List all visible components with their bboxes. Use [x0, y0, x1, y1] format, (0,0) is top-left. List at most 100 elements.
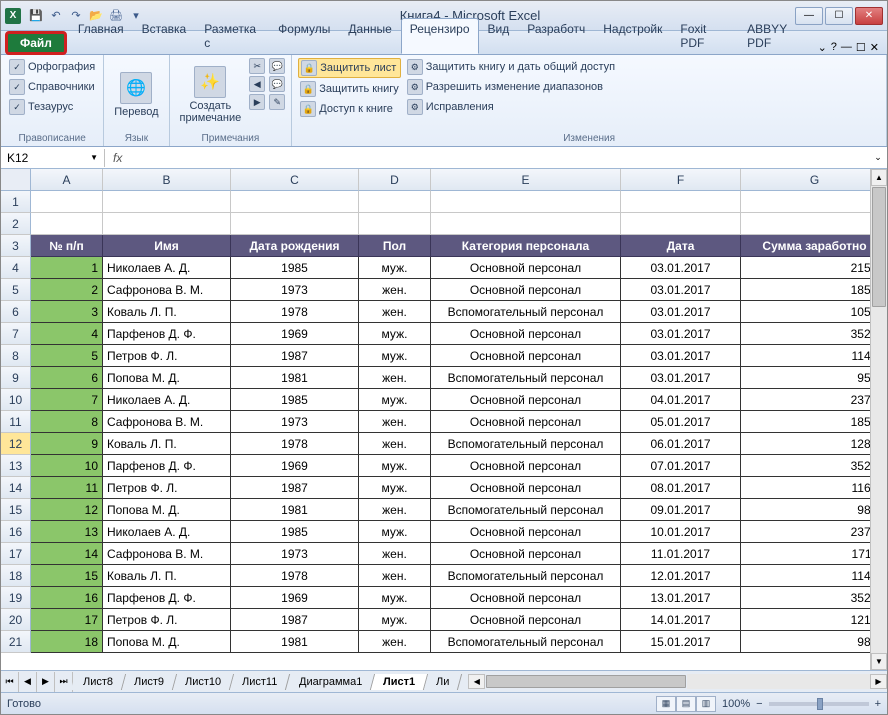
- maximize-button[interactable]: ☐: [825, 7, 853, 25]
- zoom-level[interactable]: 100%: [722, 698, 750, 710]
- cell-dob[interactable]: 1987: [231, 609, 359, 631]
- cell-id[interactable]: 6: [31, 367, 103, 389]
- cell-name[interactable]: Парфенов Д. Ф.: [103, 323, 231, 345]
- column-header[interactable]: G: [741, 169, 887, 191]
- hscroll-thumb[interactable]: [486, 675, 686, 688]
- ribbon-minimize-icon[interactable]: ⌄: [818, 41, 827, 54]
- save-icon[interactable]: 💾: [27, 7, 45, 25]
- cell-category[interactable]: Основной персонал: [431, 521, 621, 543]
- cell-name[interactable]: Попова М. Д.: [103, 367, 231, 389]
- ribbon-tab[interactable]: Вставка: [133, 18, 196, 54]
- cell-dob[interactable]: 1973: [231, 279, 359, 301]
- sheet-tab[interactable]: Лист9: [122, 674, 177, 690]
- cell[interactable]: [103, 213, 231, 235]
- horizontal-scrollbar[interactable]: ◀ ▶: [468, 674, 887, 689]
- page-layout-button[interactable]: ▤: [676, 696, 696, 712]
- cell-name[interactable]: Николаев А. Д.: [103, 521, 231, 543]
- cell[interactable]: [31, 191, 103, 213]
- cell-sum[interactable]: 35254: [741, 455, 887, 477]
- cell-category[interactable]: Основной персонал: [431, 587, 621, 609]
- cell-id[interactable]: 2: [31, 279, 103, 301]
- cell-sex[interactable]: муж.: [359, 455, 431, 477]
- cell-dob[interactable]: 1978: [231, 565, 359, 587]
- table-header[interactable]: Дата рождения: [231, 235, 359, 257]
- cell[interactable]: [621, 191, 741, 213]
- cell-sum[interactable]: 9564: [741, 367, 887, 389]
- ribbon-tab[interactable]: Главная: [69, 18, 133, 54]
- fx-icon[interactable]: fx: [105, 151, 130, 165]
- cell-name[interactable]: Петров Ф. Л.: [103, 477, 231, 499]
- ribbon-tab[interactable]: Разметка с: [195, 18, 269, 54]
- table-header[interactable]: Имя: [103, 235, 231, 257]
- cell[interactable]: [431, 191, 621, 213]
- cell-sum[interactable]: 11456: [741, 345, 887, 367]
- cell[interactable]: [231, 191, 359, 213]
- cell-sum[interactable]: 12821: [741, 433, 887, 455]
- cell-id[interactable]: 7: [31, 389, 103, 411]
- normal-view-button[interactable]: ▦: [656, 696, 676, 712]
- column-header[interactable]: F: [621, 169, 741, 191]
- cell-id[interactable]: 8: [31, 411, 103, 433]
- cell-sex[interactable]: муж.: [359, 609, 431, 631]
- cell-dob[interactable]: 1969: [231, 587, 359, 609]
- cell[interactable]: [231, 213, 359, 235]
- cell-sex[interactable]: жен.: [359, 367, 431, 389]
- cell-date[interactable]: 03.01.2017: [621, 345, 741, 367]
- column-header[interactable]: A: [31, 169, 103, 191]
- cell-dob[interactable]: 1985: [231, 389, 359, 411]
- column-header[interactable]: B: [103, 169, 231, 191]
- sheet-tab[interactable]: Лист1: [371, 674, 428, 690]
- cell-sex[interactable]: жен.: [359, 301, 431, 323]
- cell-sex[interactable]: муж.: [359, 587, 431, 609]
- cell-id[interactable]: 10: [31, 455, 103, 477]
- sheet-tab[interactable]: Диаграмма1: [286, 674, 375, 690]
- cell[interactable]: [31, 213, 103, 235]
- file-tab[interactable]: Файл: [5, 31, 67, 55]
- cell-name[interactable]: Попова М. Д.: [103, 631, 231, 653]
- scroll-down-icon[interactable]: ▼: [871, 653, 887, 670]
- sheet-tab[interactable]: Лист10: [173, 674, 234, 690]
- ribbon-item[interactable]: 🔒Защитить лист: [298, 58, 401, 78]
- cell[interactable]: [431, 213, 621, 235]
- cell-category[interactable]: Основной персонал: [431, 389, 621, 411]
- prev-comment-icon[interactable]: ◀: [249, 76, 265, 92]
- row-header[interactable]: 14: [1, 477, 31, 499]
- ribbon-item[interactable]: ⚙Защитить книгу и дать общий доступ: [405, 58, 617, 76]
- ribbon-item[interactable]: ⚙Исправления: [405, 98, 617, 116]
- cell-dob[interactable]: 1981: [231, 499, 359, 521]
- sheet-tab[interactable]: Ли: [424, 674, 463, 690]
- cell-sum[interactable]: 35254: [741, 587, 887, 609]
- sheet-tab[interactable]: Лист8: [71, 674, 126, 690]
- cell-id[interactable]: 3: [31, 301, 103, 323]
- cell-sum[interactable]: 18546: [741, 279, 887, 301]
- row-header[interactable]: 5: [1, 279, 31, 301]
- cell-category[interactable]: Вспомогательный персонал: [431, 499, 621, 521]
- scroll-thumb[interactable]: [872, 187, 886, 307]
- cell-date[interactable]: 03.01.2017: [621, 301, 741, 323]
- row-header[interactable]: 6: [1, 301, 31, 323]
- cell-category[interactable]: Основной персонал: [431, 345, 621, 367]
- scroll-right-icon[interactable]: ▶: [870, 674, 887, 689]
- cell-sex[interactable]: жен.: [359, 411, 431, 433]
- cell-date[interactable]: 09.01.2017: [621, 499, 741, 521]
- ribbon-tab[interactable]: Данные: [339, 18, 400, 54]
- cell-date[interactable]: 06.01.2017: [621, 433, 741, 455]
- cell-sum[interactable]: 35254: [741, 323, 887, 345]
- cell-name[interactable]: Коваль Л. П.: [103, 565, 231, 587]
- cell-name[interactable]: Попова М. Д.: [103, 499, 231, 521]
- cell-date[interactable]: 13.01.2017: [621, 587, 741, 609]
- scroll-up-icon[interactable]: ▲: [871, 169, 887, 186]
- cell-date[interactable]: 03.01.2017: [621, 257, 741, 279]
- table-header[interactable]: Дата: [621, 235, 741, 257]
- cell-date[interactable]: 03.01.2017: [621, 279, 741, 301]
- cell-name[interactable]: Николаев А. Д.: [103, 257, 231, 279]
- cell-name[interactable]: Парфенов Д. Ф.: [103, 455, 231, 477]
- sheet-tab[interactable]: Лист11: [230, 674, 291, 690]
- worksheet-grid[interactable]: ABCDEFG123№ п/пИмяДата рожденияПолКатего…: [1, 169, 887, 653]
- cell-category[interactable]: Основной персонал: [431, 279, 621, 301]
- show-comment-icon[interactable]: 💬: [269, 58, 285, 74]
- mdi-restore-icon[interactable]: ☐: [856, 41, 866, 54]
- row-header[interactable]: 2: [1, 213, 31, 235]
- cell-dob[interactable]: 1985: [231, 521, 359, 543]
- row-header[interactable]: 17: [1, 543, 31, 565]
